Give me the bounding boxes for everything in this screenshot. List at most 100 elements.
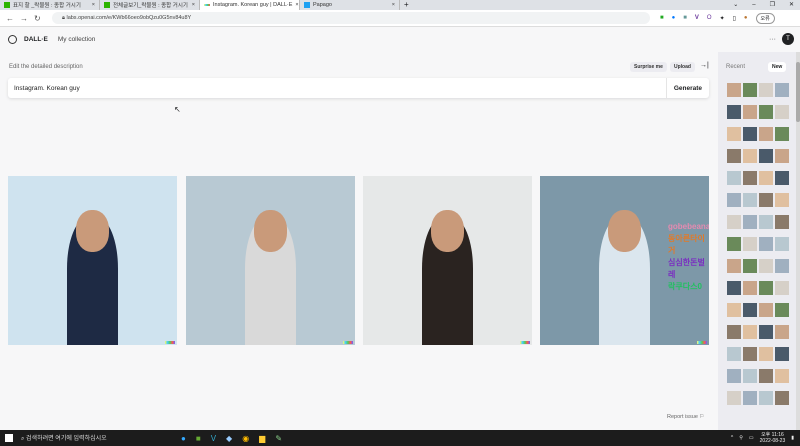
recent-thumbnail[interactable] (775, 105, 789, 119)
profile-button[interactable]: 오류 (755, 12, 775, 24)
upload-button[interactable]: Upload (670, 62, 695, 72)
recent-thumbnail[interactable] (727, 149, 741, 163)
recent-thumbnail[interactable] (759, 303, 773, 317)
brand-link[interactable]: DALL·E (24, 36, 48, 43)
edge-icon[interactable]: ● (181, 434, 186, 443)
profile-avatar-icon[interactable]: ● (744, 15, 748, 21)
recent-thumbnail[interactable] (775, 215, 789, 229)
recent-thumbnail[interactable] (743, 237, 757, 251)
close-tab-icon[interactable]: × (392, 2, 395, 8)
taskbar-search[interactable]: ⌕ 검색하려면 여기에 입력하십시오 (21, 433, 141, 443)
report-issue-link[interactable]: Report issue ⚐ (667, 414, 704, 420)
extension-icon[interactable]: O (707, 15, 712, 21)
extension-icon[interactable]: V (695, 15, 699, 21)
recent-thumbnail[interactable] (775, 347, 789, 361)
back-icon[interactable]: ← (6, 14, 14, 23)
recent-thumbnail[interactable] (727, 259, 741, 273)
recent-thumbnail[interactable] (743, 127, 757, 141)
recent-thumbnail[interactable] (743, 149, 757, 163)
recent-thumbnail[interactable] (727, 281, 741, 295)
app-icon[interactable]: ◆ (226, 434, 232, 443)
recent-thumbnail[interactable] (759, 391, 773, 405)
recent-thumbnail[interactable] (759, 347, 773, 361)
recent-thumbnail[interactable] (727, 391, 741, 405)
recent-thumbnail[interactable] (759, 83, 773, 97)
browser-tab[interactable]: 전체글보기_락물원 : 종합 거시기 × (100, 0, 200, 10)
v-app-icon[interactable]: V (211, 434, 216, 443)
recent-thumbnail[interactable] (743, 193, 757, 207)
recent-thumbnail[interactable] (727, 237, 741, 251)
recent-thumbnail[interactable] (775, 149, 789, 163)
new-tab-button[interactable]: + (400, 0, 413, 10)
recent-thumbnail[interactable] (775, 83, 789, 97)
recent-thumbnail[interactable] (759, 369, 773, 383)
extension-icon[interactable]: ■ (683, 15, 687, 21)
recent-thumbnail[interactable] (775, 391, 789, 405)
generate-button[interactable]: Generate (665, 78, 709, 98)
recent-thumbnail[interactable] (775, 237, 789, 251)
recent-thumbnail[interactable] (759, 259, 773, 273)
recent-thumbnail[interactable] (743, 369, 757, 383)
tray-chevron-icon[interactable]: ^ (731, 435, 733, 441)
recent-thumbnail[interactable] (727, 105, 741, 119)
clock[interactable]: 오후 11:16 2022-08-23 (760, 432, 786, 444)
recent-thumbnail[interactable] (759, 127, 773, 141)
recent-thumbnail[interactable] (759, 171, 773, 185)
chrome-icon[interactable]: ◉ (242, 434, 249, 443)
recent-thumbnail[interactable] (743, 171, 757, 185)
browser-tab[interactable]: Papago × (300, 0, 400, 10)
recent-thumbnail[interactable] (759, 105, 773, 119)
recent-thumbnail[interactable] (775, 171, 789, 185)
recent-thumbnail[interactable] (743, 281, 757, 295)
recent-thumbnail[interactable] (727, 171, 741, 185)
keyboard-icon[interactable]: ▭ (749, 435, 754, 441)
recent-thumbnail[interactable] (727, 193, 741, 207)
recent-thumbnail[interactable] (759, 237, 773, 251)
network-icon[interactable]: ⚲ (739, 435, 743, 441)
restore-icon[interactable]: ❐ (770, 0, 775, 10)
recent-thumbnail[interactable] (775, 303, 789, 317)
generated-image[interactable] (186, 176, 355, 345)
scrollbar-thumb[interactable] (796, 62, 800, 122)
recent-thumbnail[interactable] (727, 347, 741, 361)
notification-icon[interactable]: ▮ (791, 435, 794, 441)
recent-thumbnail[interactable] (775, 193, 789, 207)
recent-thumbnail[interactable] (775, 369, 789, 383)
prompt-input[interactable] (14, 84, 666, 92)
recent-thumbnail[interactable] (743, 215, 757, 229)
surprise-me-button[interactable]: Surprise me (630, 62, 667, 72)
minimize-icon[interactable]: – (752, 0, 755, 10)
close-window-icon[interactable]: ✕ (789, 0, 794, 10)
browser-tab[interactable]: 표지 할 _락물원 : 종합 거시기 × (0, 0, 100, 10)
recent-thumbnail[interactable] (743, 259, 757, 273)
recent-thumbnail[interactable] (759, 149, 773, 163)
sidepanel-icon[interactable]: ▯ (733, 15, 736, 22)
reload-icon[interactable]: ↻ (34, 14, 42, 23)
more-options-icon[interactable]: ··· (769, 36, 776, 43)
recent-thumbnail[interactable] (727, 127, 741, 141)
generated-image[interactable]: gobebeana 동아른타이거 심심한돈벌레 락쿠다스0 (540, 176, 709, 345)
windows-start-icon[interactable] (5, 434, 13, 442)
extensions-puzzle-icon[interactable]: ✦ (720, 15, 725, 22)
paint-icon[interactable]: ✎ (275, 434, 282, 443)
file-explorer-icon[interactable]: ▆ (259, 434, 265, 443)
recent-thumbnail[interactable] (775, 127, 789, 141)
extension-icon[interactable]: ● (672, 15, 676, 21)
recent-thumbnail[interactable] (759, 281, 773, 295)
recent-thumbnail[interactable] (759, 325, 773, 339)
browser-tab-active[interactable]: Instagram. Korean guy | DALL·E × (200, 0, 300, 10)
minecraft-icon[interactable]: ■ (196, 434, 201, 443)
url-field[interactable]: 🔒︎ labs.openai.com/e/KWb66oeo9obQzu0G5nv… (52, 12, 650, 24)
openai-logo-icon[interactable] (8, 35, 17, 44)
new-button[interactable]: New (768, 62, 787, 72)
my-collection-link[interactable]: My collection (58, 36, 96, 43)
recent-thumbnail[interactable] (743, 347, 757, 361)
close-tab-icon[interactable]: × (192, 2, 195, 8)
recent-thumbnail[interactable] (759, 193, 773, 207)
recent-thumbnail[interactable] (743, 325, 757, 339)
extension-icon[interactable]: ■ (660, 15, 664, 21)
recent-thumbnail[interactable] (727, 83, 741, 97)
generated-image[interactable] (363, 176, 532, 345)
recent-thumbnail[interactable] (775, 325, 789, 339)
recent-thumbnail[interactable] (727, 215, 741, 229)
